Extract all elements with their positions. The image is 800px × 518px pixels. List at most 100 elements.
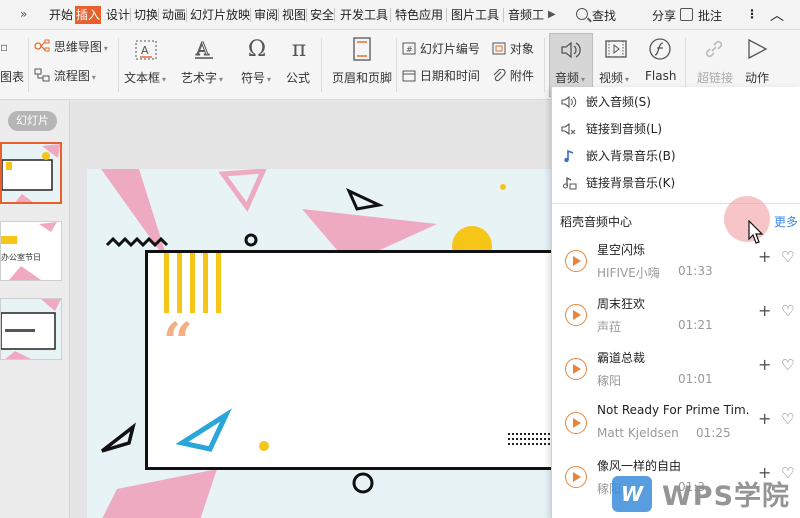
date-time-button[interactable]: 日期和时间 (402, 67, 480, 84)
play-icon[interactable] (565, 412, 587, 434)
plus-icon[interactable]: + (758, 301, 771, 320)
slide-thumbnail-2[interactable]: 办公室节日 (0, 221, 62, 281)
pink-outline-triangle (218, 169, 267, 212)
heart-icon[interactable]: ♡ (781, 302, 794, 320)
flowchart-icon (34, 68, 50, 82)
partial-icon: ▫ (0, 40, 9, 54)
menu-embed-bg-music[interactable]: 嵌入背景音乐(B) (552, 142, 800, 169)
chart-button[interactable]: 图表 (0, 68, 24, 85)
dot-grid (508, 433, 550, 445)
wps-logo-icon: W (612, 475, 652, 512)
hyperlink-button[interactable]: 超链接 (697, 69, 733, 86)
menu-embed-audio[interactable]: 嵌入音频(S) (552, 88, 800, 115)
menu-link-audio[interactable]: 链接到音频(L) (552, 115, 800, 142)
heart-icon[interactable]: ♡ (781, 410, 794, 428)
tab-picture-tools[interactable]: 图片工具 (450, 6, 500, 24)
search-icon (576, 8, 588, 20)
audio-center-title: 稻壳音频中心 (560, 215, 633, 229)
heart-icon[interactable]: ♡ (781, 356, 794, 374)
comment-button[interactable]: 批注 (698, 7, 722, 24)
song-title: 星空闪烁 (597, 243, 646, 257)
collapse-ribbon-icon[interactable]: ︿ (770, 5, 784, 25)
tab-insert[interactable]: 插入 (75, 6, 102, 24)
symbol-button[interactable]: 符号 ▾ (241, 69, 271, 86)
share-button[interactable]: 分享 (652, 7, 676, 24)
play-icon[interactable] (565, 304, 587, 326)
tab-view[interactable]: 视图 (281, 6, 307, 24)
tab-developer[interactable]: 开发工具 (339, 6, 389, 24)
song-item[interactable]: Not Ready For Prime Tim. Matt Kjeldsen 0… (552, 396, 800, 450)
song-title: Not Ready For Prime Tim. (597, 403, 750, 417)
wordart-button[interactable]: 艺术字 ▾ (181, 69, 223, 86)
black-triangle-left (100, 422, 136, 453)
slide-editor-canvas[interactable]: “ (71, 101, 557, 518)
play-icon[interactable] (565, 358, 587, 380)
tab-transition[interactable]: 切换 (133, 6, 159, 24)
song-title: 霸道总裁 (597, 351, 646, 365)
mindmap-button[interactable]: 思维导图 ▾ (34, 38, 108, 55)
formula-button[interactable]: 公式 (286, 69, 310, 86)
scroll-right-icon[interactable]: ▶ (548, 9, 556, 20)
song-duration: 01:21 (678, 318, 713, 332)
object-button[interactable]: 对象 (492, 40, 534, 57)
attachment-button[interactable]: 附件 (492, 67, 534, 84)
tab-special[interactable]: 特色应用 (394, 6, 444, 24)
textbox-icon: A (133, 38, 159, 62)
pink-triangle-bottom (102, 469, 217, 518)
heart-icon[interactable]: ♡ (781, 248, 794, 266)
yellow-dot-top (500, 184, 506, 190)
more-link[interactable]: 更多 (774, 213, 798, 230)
thumbnail-2-text: 办公室节日 (1, 253, 41, 262)
tab-divider (250, 8, 251, 22)
song-title: 像风一样的自由 (597, 459, 682, 473)
tab-divider (334, 8, 335, 22)
tab-audio-tools[interactable]: 音频工 (507, 6, 545, 24)
svg-text:#: # (406, 45, 413, 54)
more-options-icon[interactable]: ⋮ (746, 7, 758, 21)
menu-link-bg-music[interactable]: 链接背景音乐(K) (552, 169, 800, 196)
search-button[interactable]: 查找 (592, 7, 616, 24)
tab-overflow-icon[interactable]: » (20, 7, 27, 21)
song-item[interactable]: 霸道总裁 稼阳 01:01 + ♡ (552, 342, 800, 396)
slide-number-icon: # (402, 42, 416, 55)
tab-slideshow[interactable]: 幻灯片放映 (189, 6, 251, 24)
thumbnail-1-preview (2, 144, 60, 202)
action-button[interactable]: 动作 (745, 69, 769, 86)
song-duration: 01:33 (678, 264, 713, 278)
slide-thumbnail-1[interactable] (0, 142, 62, 204)
tab-design[interactable]: 设计 (105, 6, 131, 24)
zigzag-line (105, 236, 169, 248)
play-icon[interactable] (565, 466, 587, 488)
tab-security[interactable]: 安全 (309, 6, 335, 24)
plus-icon[interactable]: + (758, 355, 771, 374)
slide-thumbnail-3[interactable] (0, 298, 62, 360)
flash-button[interactable]: Flash (645, 69, 676, 83)
text-frame[interactable]: “ (145, 250, 555, 470)
thumbnail-3-preview (1, 299, 61, 359)
song-duration: 01:25 (696, 426, 731, 440)
wps-watermark-text: WPS学院 (662, 481, 791, 512)
slide-number-button[interactable]: # 幻灯片编号 (402, 40, 480, 57)
tab-animation[interactable]: 动画 (161, 6, 187, 24)
pi-icon: π (291, 36, 307, 62)
header-footer-button[interactable]: 页眉和页脚 (332, 69, 392, 86)
plus-icon[interactable]: + (758, 247, 771, 266)
tab-home[interactable]: 开始 (48, 6, 74, 24)
mouse-cursor-icon (748, 220, 764, 244)
video-button[interactable]: 视频 ▾ (599, 69, 629, 86)
play-icon[interactable] (565, 250, 587, 272)
flowchart-button[interactable]: 流程图 ▾ (34, 67, 96, 84)
music-note-icon (552, 149, 586, 163)
song-item[interactable]: 周末狂欢 声菈 01:21 + ♡ (552, 288, 800, 342)
bottom-ring (352, 472, 374, 494)
ribbon-divider (118, 38, 119, 92)
audio-dropdown-menu: 嵌入音频(S) 链接到音频(L) 嵌入背景音乐(B) 链接背景音乐(K) 稻壳音… (551, 87, 800, 518)
tab-review[interactable]: 审阅 (253, 6, 279, 24)
header-footer-icon (350, 36, 374, 62)
audio-label: 音频 ▾ (555, 71, 586, 85)
blue-triangle (175, 408, 232, 452)
textbox-button[interactable]: 文本框 ▾ (124, 69, 166, 86)
current-slide[interactable]: “ (87, 169, 557, 518)
slides-tab-label[interactable]: 幻灯片 (8, 111, 57, 131)
plus-icon[interactable]: + (758, 409, 771, 428)
